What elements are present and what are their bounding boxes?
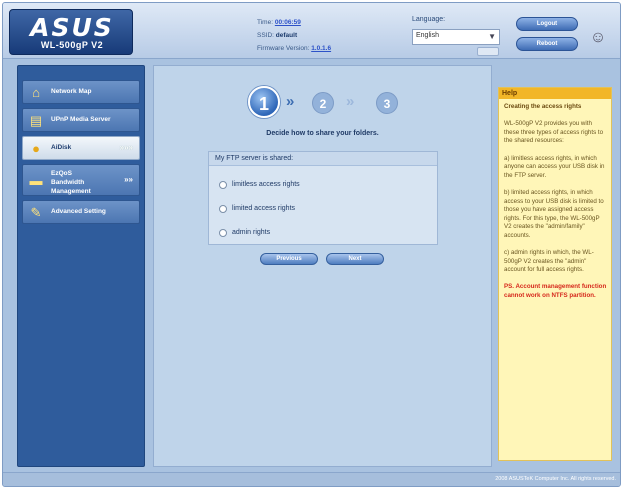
bandwidth-icon: ▬: [29, 173, 43, 188]
option-label: limited access rights: [232, 205, 296, 212]
help-panel: Help Creating the access rights WL-500gP…: [498, 87, 612, 461]
sidebar-item-network-map[interactable]: ⌂ Network Map: [22, 80, 140, 104]
sidebar-menu: ⌂ Network Map ▤ UPnP Media Server ● AiDi…: [17, 65, 145, 467]
ftp-panel-title: My FTP server is shared:: [209, 152, 437, 166]
step-3: 3: [376, 92, 398, 114]
help-intro: WL-500gP V2 provides you with these thre…: [504, 120, 604, 145]
robot-icon: ☺: [589, 29, 607, 46]
help-warning: PS. Account management function cannot w…: [504, 283, 607, 300]
copyright-text: 2008 ASUSTeK Computer Inc. All rights re…: [495, 476, 616, 482]
logo-text: ASUS: [30, 13, 114, 42]
sidebar-item-bandwidth-management[interactable]: ▬ EzQoS Bandwidth Management »»: [22, 164, 140, 196]
step-1: 1: [248, 86, 280, 118]
asus-logo: ASUS WL-500gP V2: [9, 9, 133, 55]
sidebar-item-label: AiDisk: [51, 144, 72, 151]
ssid-value: default: [275, 32, 298, 39]
reboot-button[interactable]: Reboot: [516, 37, 578, 51]
status-info: Time: 00:06:59 SSID: default Firmware Ve…: [257, 16, 331, 55]
radio-button[interactable]: [219, 181, 227, 189]
header-bar: ASUS WL-500gP V2 Time: 00:06:59 SSID: de…: [3, 3, 620, 59]
firmware-version-link[interactable]: 1.0.1.6: [311, 45, 331, 52]
network-map-icon: ⌂: [32, 85, 40, 100]
sidebar-item-label: UPnP Media Server: [51, 116, 111, 123]
help-heading: Creating the access rights: [504, 103, 582, 110]
help-para-c: c) admin rights in which, the WL-500gP V…: [504, 249, 594, 274]
main-content: 1 » 2 » 3 Decide how to share your folde…: [153, 65, 492, 467]
step-separator: »: [286, 93, 295, 110]
ssid-label: SSID:: [257, 32, 274, 39]
language-label: Language:: [412, 16, 446, 23]
option-label: limitless access rights: [232, 181, 300, 188]
help-para-a: a) limitless access rights, in which any…: [504, 154, 605, 179]
sidebar-item-label: Advanced Setting: [51, 208, 106, 215]
chevron-down-icon: ▼: [488, 32, 496, 41]
router-admin-window: ASUS WL-500gP V2 Time: 00:06:59 SSID: de…: [2, 2, 621, 487]
language-value: English: [416, 32, 439, 39]
next-button[interactable]: Next: [326, 253, 384, 265]
radio-button[interactable]: [219, 229, 227, 237]
language-select[interactable]: English ▼: [412, 29, 500, 45]
option-label: admin rights: [232, 229, 271, 236]
advanced-setting-icon: ✎: [30, 205, 42, 220]
sidebar-item-label: EzQoS Bandwidth Management: [51, 170, 91, 195]
step-instruction: Decide how to share your folders.: [266, 130, 379, 137]
logout-button[interactable]: Logout: [516, 17, 578, 31]
time-label: Time:: [257, 19, 274, 26]
sidebar-item-upnp-media-server[interactable]: ▤ UPnP Media Server: [22, 108, 140, 132]
sidebar-item-arrow: »»»: [119, 143, 133, 152]
sidebar-item-aidisk[interactable]: ● AiDisk »»»: [22, 136, 140, 160]
previous-button[interactable]: Previous: [260, 253, 318, 265]
help-para-b: b) limited access rights, in which acces…: [504, 188, 604, 239]
time-value[interactable]: 00:06:59: [275, 19, 301, 26]
step-separator: »: [346, 93, 355, 110]
aidisk-icon: ●: [32, 141, 40, 156]
media-server-icon: ▤: [29, 113, 43, 128]
help-title: Help: [499, 88, 611, 99]
firmware-label: Firmware Version:: [257, 45, 310, 52]
sidebar-item-arrow: »»: [124, 175, 133, 184]
step-2: 2: [312, 92, 334, 114]
sidebar-item-label: Network Map: [51, 88, 92, 95]
help-body: Creating the access rights WL-500gP V2 p…: [504, 103, 608, 309]
model-name: WL-500gP V2: [40, 40, 104, 50]
language-apply-button[interactable]: [477, 47, 499, 56]
sidebar-item-advanced-setting[interactable]: ✎ Advanced Setting: [22, 200, 140, 224]
radio-button[interactable]: [219, 205, 227, 213]
ftp-share-panel: My FTP server is shared: limitless acces…: [208, 151, 438, 245]
footer-bar: 2008 ASUSTeK Computer Inc. All rights re…: [3, 472, 620, 486]
